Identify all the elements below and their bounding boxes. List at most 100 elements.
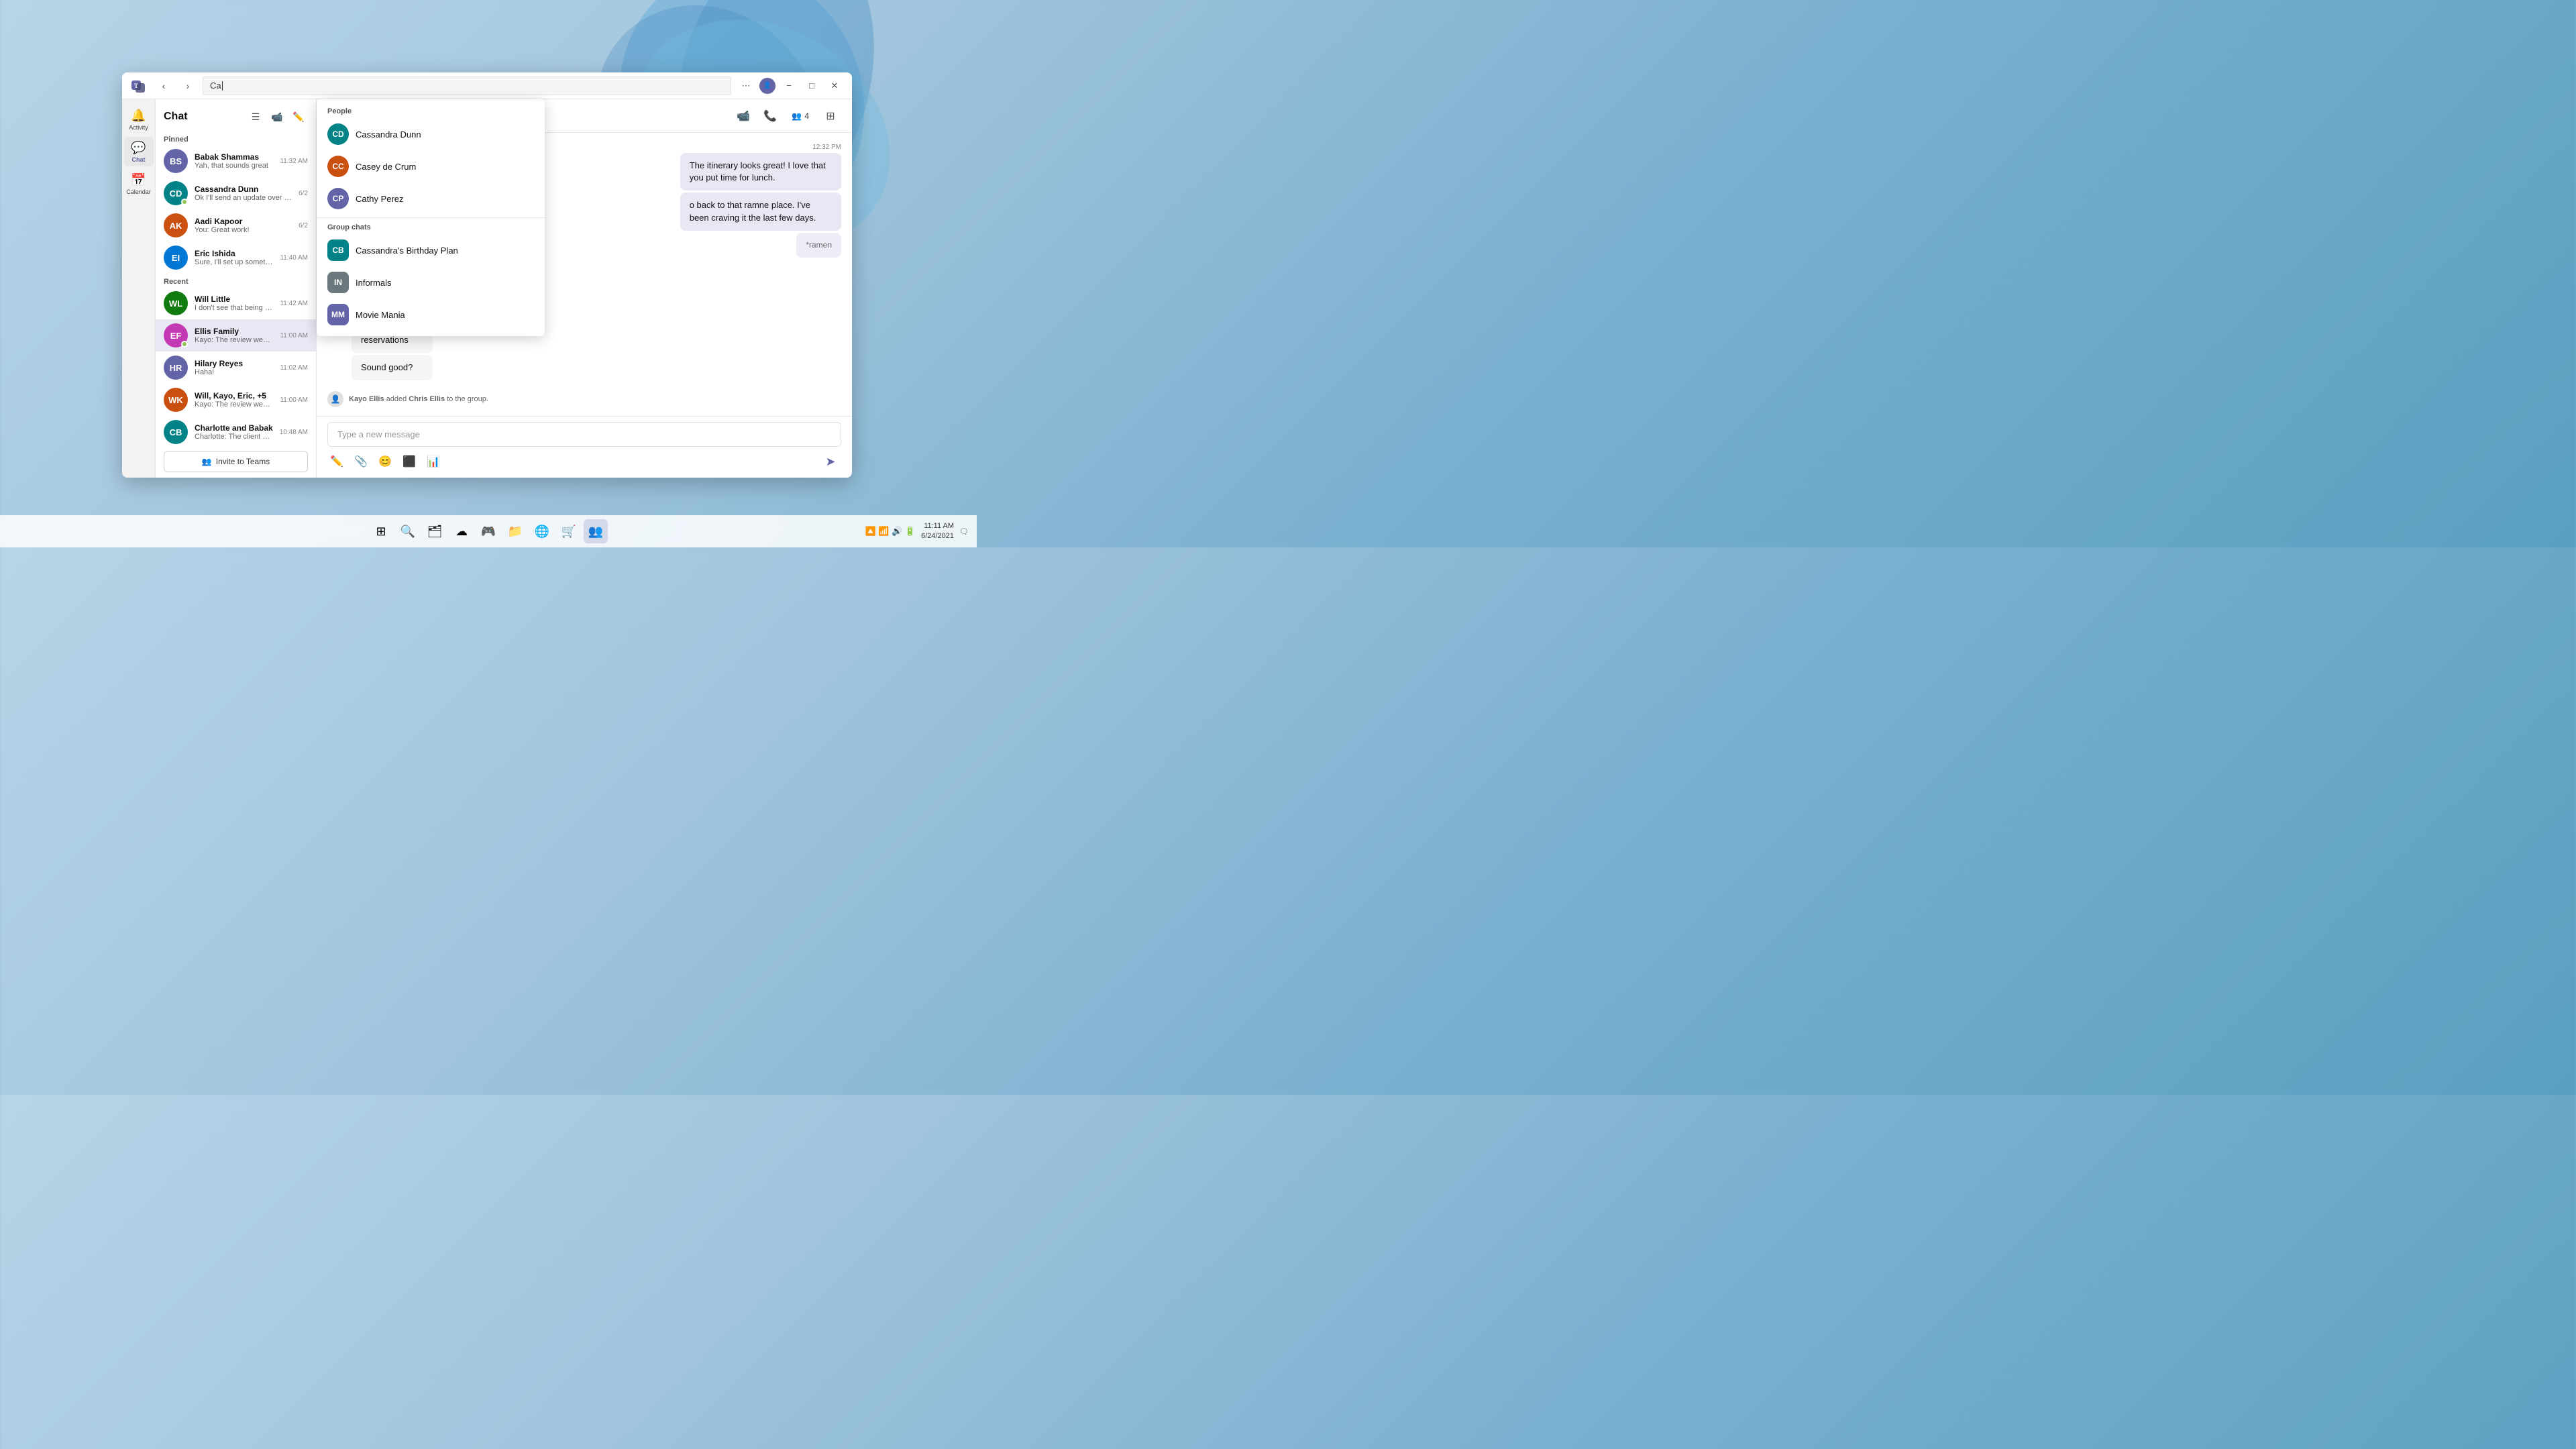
chat-time: 6/2 (299, 190, 308, 197)
search-taskbar-button[interactable]: 🔍 (396, 519, 420, 543)
chat-label: Chat (132, 156, 146, 163)
dropdown-item-cathy-perez[interactable]: CP Cathy Perez (317, 182, 545, 215)
sidebar-item-calendar[interactable]: 📅 Calendar (124, 169, 154, 199)
taskbar-icons-area: 🔼 📶 🔊 🔋 (865, 526, 916, 537)
send-button[interactable]: ➤ (820, 451, 841, 472)
title-bar-actions: ⋯ 👤 − □ ✕ (737, 76, 844, 95)
more-options-button[interactable]: ⊞ (820, 105, 841, 127)
format-button[interactable]: ✏️ (327, 452, 346, 471)
task-view-button[interactable]: 🗂 (423, 519, 447, 543)
chat-name: Ellis Family (195, 327, 273, 336)
maximize-button[interactable]: □ (802, 76, 821, 95)
message-text: o back to that ramne place. I've been cr… (690, 200, 816, 222)
new-chat-button[interactable]: ✏️ (289, 107, 308, 126)
message-bubble: o back to that ramne place. I've been cr… (680, 193, 841, 230)
sidebar-item-chat[interactable]: 💬 Chat (124, 137, 154, 166)
list-item[interactable]: CD Cassandra Dunn Ok I'll send an update… (156, 177, 316, 209)
forward-button[interactable]: › (178, 76, 197, 95)
chat-name: Will Little (195, 294, 273, 304)
search-bar[interactable]: Ca (203, 76, 731, 95)
user-avatar[interactable]: 👤 (759, 78, 775, 94)
gif-button[interactable]: ⬛ (400, 452, 419, 471)
edge-button[interactable]: 🌐 (530, 519, 554, 543)
chat-time: 10:48 AM (280, 429, 308, 436)
dropdown-item-informals[interactable]: IN Informals (317, 266, 545, 299)
dropdown-item-cassandra-dunn[interactable]: CD Cassandra Dunn (317, 118, 545, 150)
participants-button[interactable]: 👥 4 (786, 109, 814, 123)
list-item[interactable]: WL Will Little I don't see that being an… (156, 287, 316, 319)
pinned-label: Pinned (156, 131, 316, 145)
message-bubble: *ramen (796, 233, 841, 258)
sidebar-item-activity[interactable]: 🔔 Activity (124, 105, 154, 134)
chat-info: Aadi Kapoor You: Great work! (195, 217, 292, 234)
chat-info: Will, Kayo, Eric, +5 Kayo: The review we… (195, 391, 273, 409)
xbox-button[interactable]: 🎮 (476, 519, 500, 543)
system-actor: Kayo Ellis (349, 395, 384, 403)
teams-taskbar-button[interactable]: 👥 (584, 519, 608, 543)
avatar: EF (164, 323, 188, 347)
participants-icon: 👥 (792, 111, 802, 121)
back-button[interactable]: ‹ (154, 76, 173, 95)
invite-to-teams-button[interactable]: 👥 Invite to Teams (164, 451, 308, 472)
list-item[interactable]: WK Will, Kayo, Eric, +5 Kayo: The review… (156, 384, 316, 416)
message-bubble: Sound good? (352, 355, 433, 380)
message-bubbles: 12:32 PM The itinerary looks great! I lo… (573, 144, 841, 258)
video-call-button[interactable]: 📹 (268, 107, 286, 126)
group-chats-label: Group chats (317, 221, 545, 234)
list-item[interactable]: EI Eric Ishida Sure, I'll set up somethi… (156, 241, 316, 274)
system-suffix: to the group. (447, 395, 488, 403)
chat-preview: I don't see that being an issue, can tak… (195, 304, 273, 312)
dropdown-divider (317, 217, 545, 218)
system-icon: 👤 (327, 391, 343, 407)
dropdown-item-cassandras-birthday[interactable]: CB Cassandra's Birthday Plan (317, 234, 545, 266)
dropdown-item-casey-de-crum[interactable]: CC Casey de Crum (317, 150, 545, 182)
chat-list: Pinned BS Babak Shammas Yah, that sounds… (156, 131, 316, 445)
attach-button[interactable]: 📎 (352, 452, 370, 471)
clock-date: 6/24/2021 (921, 531, 954, 541)
explorer-button[interactable]: 📁 (503, 519, 527, 543)
chat-header-actions: 📹 📞 👥 4 ⊞ (733, 105, 841, 127)
status-indicator (181, 341, 188, 347)
svg-text:T: T (134, 83, 138, 89)
avatar: WK (164, 388, 188, 412)
video-call-button[interactable]: 📹 (733, 105, 754, 127)
avatar: CB (164, 420, 188, 444)
calendar-icon: 📅 (131, 173, 146, 187)
list-item[interactable]: EF Ellis Family Kayo: The review went re… (156, 319, 316, 352)
group-name: Informals (356, 278, 391, 288)
chat-icon: 💬 (131, 141, 146, 155)
avatar: CP (327, 188, 349, 209)
chat-time: 6/2 (299, 222, 308, 229)
chat-preview: Charlotte: The client was pretty happy w… (195, 433, 273, 441)
dropdown-item-movie-mania[interactable]: MM Movie Mania (317, 299, 545, 331)
list-item[interactable]: AK Aadi Kapoor You: Great work! 6/2 (156, 209, 316, 241)
chat-info: Hilary Reyes Haha! (195, 359, 273, 376)
taskbar-center: ⊞ 🔍 🗂 ☁ 🎮 📁 🌐 🛒 👥 (369, 519, 608, 543)
more-options-button[interactable]: ⋯ (737, 76, 755, 95)
message-input-box[interactable]: Type a new message (327, 422, 841, 447)
message-text: *ramen (806, 240, 832, 250)
notification-area: 🗨 (959, 527, 969, 536)
teams-logo: T (130, 78, 146, 94)
avatar: CD (327, 123, 349, 145)
sidebar-header-actions: ☰ 📹 ✏️ (246, 107, 308, 126)
avatar: BS (164, 149, 188, 173)
people-section-label: People (317, 105, 545, 118)
audio-call-button[interactable]: 📞 (759, 105, 781, 127)
list-item[interactable]: CB Charlotte and Babak Charlotte: The cl… (156, 416, 316, 445)
message-text: Sound good? (361, 362, 413, 372)
start-button[interactable]: ⊞ (369, 519, 393, 543)
list-item[interactable]: HR Hilary Reyes Haha! 11:02 AM (156, 352, 316, 384)
close-button[interactable]: ✕ (825, 76, 844, 95)
emoji-button[interactable]: 😊 (376, 452, 394, 471)
nav-rail: 🔔 Activity 💬 Chat 📅 Calendar (122, 99, 156, 478)
sticker-button[interactable]: 📊 (424, 452, 443, 471)
filter-button[interactable]: ☰ (246, 107, 265, 126)
list-item[interactable]: BS Babak Shammas Yah, that sounds great … (156, 145, 316, 177)
minimize-button[interactable]: − (780, 76, 798, 95)
widgets-button[interactable]: ☁ (449, 519, 474, 543)
store-button[interactable]: 🛒 (557, 519, 581, 543)
chat-info: Babak Shammas Yah, that sounds great (195, 152, 273, 170)
avatar: CD (164, 181, 188, 205)
chat-preview: Kayo: The review went really well! Can't… (195, 336, 273, 344)
